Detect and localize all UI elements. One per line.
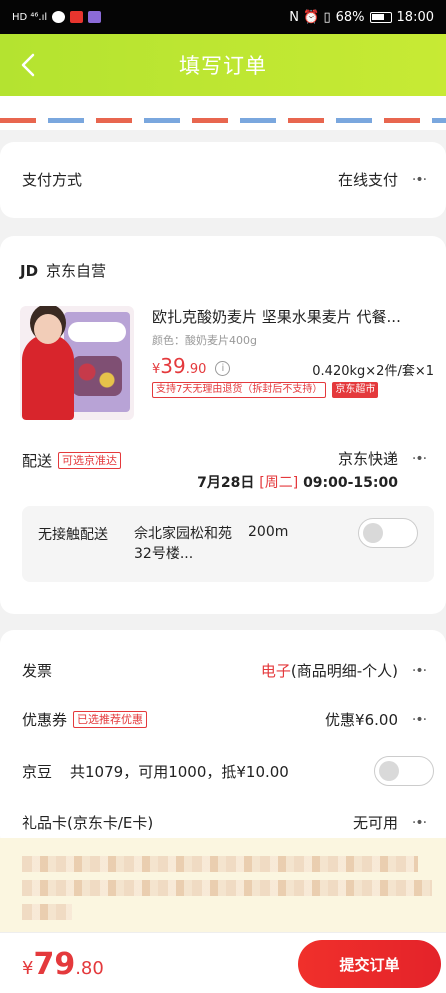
payment-label: 支付方式 [22,171,83,189]
jd-market-tag: 京东超市 [332,382,379,398]
product-tags: 支持7天无理由退货（拆封后不支持） 京东超市 [152,382,379,398]
giftcard-label: 礼品卡(京东卡/E卡) [22,814,154,832]
payment-row[interactable]: 支付方式 在线支付 ·•· [22,169,432,190]
delivery-time[interactable]: 7月28日 [周二] 09:00-15:00 [197,472,398,492]
order-card: JD 京东自营 欧扎克酸奶麦片 坚果水果麦片 代餐... 颜色：酸奶麦片400g… [0,236,446,614]
signal-indicator: HD ⁴⁶.ıl [12,11,48,23]
beans-toggle[interactable] [374,756,434,786]
giftcard-row[interactable]: 礼品卡(京东卡/E卡) 无可用 ·•· [22,812,432,833]
store-name: 京东自营 [46,262,107,280]
product-spec: 颜色：酸奶麦片400g [152,334,257,347]
toggle-knob [363,523,383,543]
beans-text: 共1079，可用1000，抵¥10.00 [70,763,289,781]
product-title[interactable]: 欧扎克酸奶麦片 坚果水果麦片 代餐... [152,306,434,327]
invoice-type: 电子 [260,662,291,680]
app-notification-icon [88,11,102,23]
status-left: HD ⁴⁶.ıl [12,11,102,23]
beans-label: 京豆 [22,763,53,781]
page-title: 填写订单 [179,54,267,78]
contactless-toggle[interactable] [358,518,418,548]
app-notification-icon [52,11,66,23]
discount-card: 发票 电子 (商品明细-个人) ·•· 优惠券 已选推荐优惠 优惠¥6.00 ·… [0,630,446,850]
payment-card: 支付方式 在线支付 ·•· [0,142,446,218]
back-button[interactable] [12,49,44,81]
product-image[interactable] [20,306,134,420]
status-bar: HD ⁴⁶.ıl N ⏰ ▯ 68% 18:00 [0,0,446,34]
address-section[interactable] [0,96,446,130]
more-dots-icon: ·•· [411,814,427,831]
return-policy-tag: 支持7天无理由退货（拆封后不支持） [152,382,327,398]
delivery-window: 09:00-15:00 [303,475,398,491]
status-icons: N ⏰ ▯ [289,9,331,25]
contactless-label: 无接触配送 [38,527,108,543]
delivery-option-tag: 可选京准达 [58,452,122,469]
total-decimal: .80 [75,958,104,979]
blurred-text [22,904,72,920]
submit-order-button[interactable]: 提交订单 [298,940,441,988]
app-notification-icon [70,11,84,23]
delivery-method[interactable]: 京东快递 ·•· [338,448,432,469]
coupon-row[interactable]: 优惠券 已选推荐优惠 优惠¥6.00 ·•· [22,709,432,730]
more-dots-icon: ·•· [411,171,427,188]
battery-percent: 68% [335,9,365,25]
contactless-delivery: 无接触配送 佘北家园松和苑32号楼... 200m [22,506,434,582]
giftcard-value: 无可用 [352,814,398,832]
blurred-text [22,856,418,872]
coupon-value: 优惠¥6.00 [325,711,398,729]
coupon-tag: 已选推荐优惠 [73,711,148,728]
page-header: 填写订单 [0,34,446,96]
jd-beans-row: 京豆 共1079，可用1000，抵¥10.00 [22,761,289,782]
jd-logo: JD [20,261,39,280]
battery-icon [369,11,392,23]
info-icon[interactable]: i [215,361,231,376]
product-bag-fruit [72,356,122,396]
airmail-border [0,118,446,123]
delivery-label: 配送 可选京准达 [22,450,122,471]
clock: 18:00 [396,9,434,25]
product-model-head [34,314,62,344]
invoice-row[interactable]: 发票 电子 (商品明细-个人) ·•· [22,660,432,681]
more-dots-icon: ·•· [411,662,427,679]
more-dots-icon: ·•· [411,711,427,728]
status-right: N ⏰ ▯ 68% 18:00 [289,10,434,25]
payment-value: 在线支付 [337,171,398,189]
total-symbol: ¥ [22,958,34,979]
product-model [22,334,74,420]
delivery-label-text: 配送 [22,452,53,470]
more-dots-icon: ·•· [411,450,427,467]
delivery-method-text: 京东快递 [337,450,398,468]
delivery-weekday: [周二] [259,475,299,491]
contactless-distance: 200m [248,524,289,540]
chevron-left-icon [21,53,35,77]
price-integer: 39 [160,354,186,378]
product-quantity: 0.420kg×2件/套×1 [312,364,434,379]
promo-banner [0,838,446,932]
toggle-knob [379,761,399,781]
invoice-label: 发票 [22,662,53,680]
bottom-bar: ¥ 79 .80 提交订单 [0,932,446,993]
order-total: ¥ 79 .80 [22,947,104,982]
contactless-address: 佘北家园松和苑32号楼... [134,526,232,562]
product-price: ¥ 39 .90 i [152,354,231,378]
delivery-date: 7月28日 [197,475,255,491]
product-bag-label [68,322,126,342]
blurred-text [22,880,432,896]
price-symbol: ¥ [152,362,161,377]
total-integer: 79 [33,947,76,982]
store-header: JD 京东自营 [20,260,106,281]
coupon-label: 优惠券 [22,711,68,729]
price-decimal: .90 [185,362,207,377]
invoice-detail: (商品明细-个人) [290,662,398,680]
